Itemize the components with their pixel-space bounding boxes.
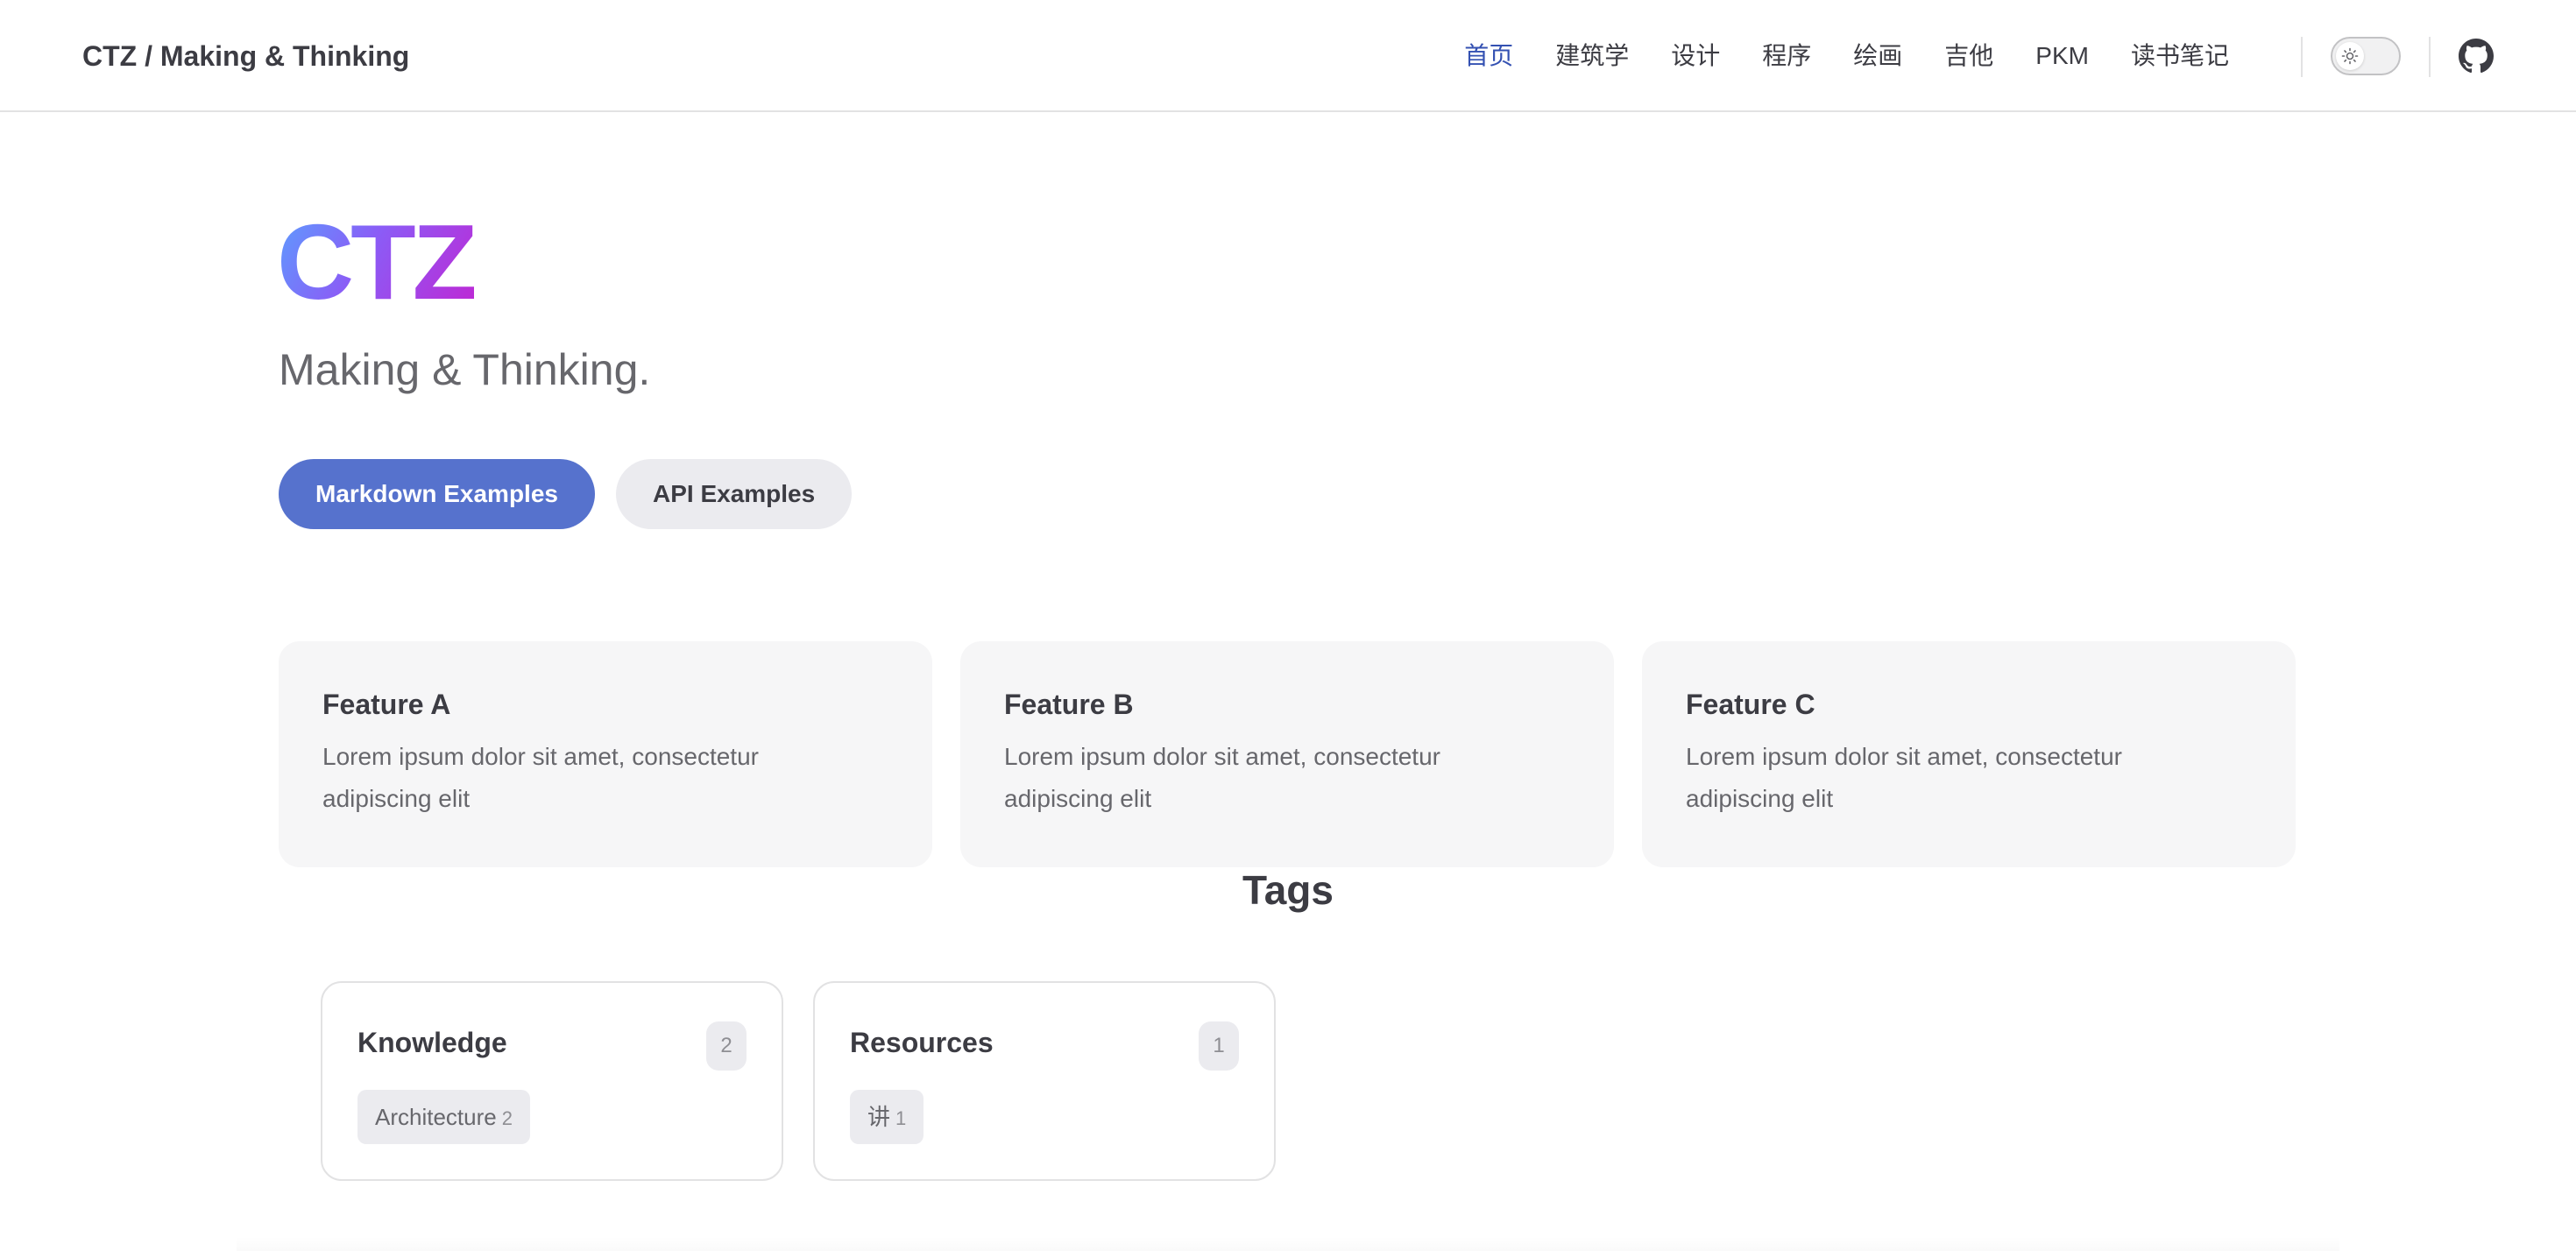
tag-chip-lecture[interactable]: 讲1 xyxy=(850,1090,924,1144)
features: Feature A Lorem ipsum dolor sit amet, co… xyxy=(279,641,2296,867)
feature-card: Feature C Lorem ipsum dolor sit amet, co… xyxy=(1642,641,2296,867)
nav-link-architecture[interactable]: 建筑学 xyxy=(1534,35,1650,77)
tag-count-badge: 1 xyxy=(1199,1021,1239,1071)
hero-actions: Markdown Examples API Examples xyxy=(279,459,853,529)
nav-links: 首页 建筑学 设计 程序 绘画 吉他 PKM 读书笔记 xyxy=(1443,35,2250,77)
top-nav: CTZ / Making & Thinking 首页 建筑学 设计 程序 绘画 … xyxy=(0,0,2576,112)
nav-link-design[interactable]: 设计 xyxy=(1650,35,1741,77)
feature-title: Feature B xyxy=(1004,689,1134,720)
hero-tagline: Making & Thinking. xyxy=(279,345,651,394)
tag-cards: Knowledge 2 Architecture 2 Resources 1 讲1 xyxy=(321,981,1276,1181)
tag-card-title: Resources xyxy=(850,1027,994,1058)
site-title[interactable]: CTZ / Making & Thinking xyxy=(82,35,409,77)
github-icon xyxy=(2459,39,2494,74)
nav-link-painting[interactable]: 绘画 xyxy=(1832,35,1923,77)
hero-name: CTZ xyxy=(277,202,478,322)
tags-heading: Tags xyxy=(1242,867,1334,913)
appearance-switch[interactable] xyxy=(2331,37,2401,75)
tag-chip-count: 2 xyxy=(501,1107,513,1129)
nav-link-home[interactable]: 首页 xyxy=(1443,35,1534,77)
nav-link-guitar[interactable]: 吉他 xyxy=(1923,35,2014,77)
tag-chip-architecture[interactable]: Architecture 2 xyxy=(357,1090,530,1144)
tag-chip-count: 1 xyxy=(895,1107,907,1129)
feature-details: Lorem ipsum dolor sit amet, consectetur … xyxy=(322,743,759,812)
feature-title: Feature C xyxy=(1686,689,1815,720)
tag-card-resources[interactable]: Resources 1 讲1 xyxy=(813,981,1276,1181)
feature-card: Feature B Lorem ipsum dolor sit amet, co… xyxy=(960,641,1614,867)
feature-card: Feature A Lorem ipsum dolor sit amet, co… xyxy=(279,641,932,867)
tag-card-title: Knowledge xyxy=(357,1027,507,1058)
tag-chip-label: 讲 xyxy=(867,1104,891,1130)
tag-count-badge: 2 xyxy=(706,1021,747,1071)
nav-link-pkm[interactable]: PKM xyxy=(2014,35,2110,77)
nav-link-programming[interactable]: 程序 xyxy=(1741,35,1832,77)
sun-icon xyxy=(2341,47,2359,65)
nav-divider xyxy=(2429,37,2431,77)
github-link[interactable] xyxy=(2459,39,2494,74)
tag-card-knowledge[interactable]: Knowledge 2 Architecture 2 xyxy=(321,981,783,1181)
nav-divider xyxy=(2301,37,2303,77)
switch-knob xyxy=(2336,42,2364,70)
api-examples-button[interactable]: API Examples xyxy=(615,459,853,529)
feature-details: Lorem ipsum dolor sit amet, consectetur … xyxy=(1686,743,2122,812)
tag-chip-label: Architecture xyxy=(375,1104,497,1130)
markdown-examples-button[interactable]: Markdown Examples xyxy=(279,459,595,529)
nav-link-reading-notes[interactable]: 读书笔记 xyxy=(2110,35,2250,77)
feature-title: Feature A xyxy=(322,689,451,720)
feature-details: Lorem ipsum dolor sit amet, consectetur … xyxy=(1004,743,1440,812)
content-bottom-edge xyxy=(237,1237,2339,1251)
